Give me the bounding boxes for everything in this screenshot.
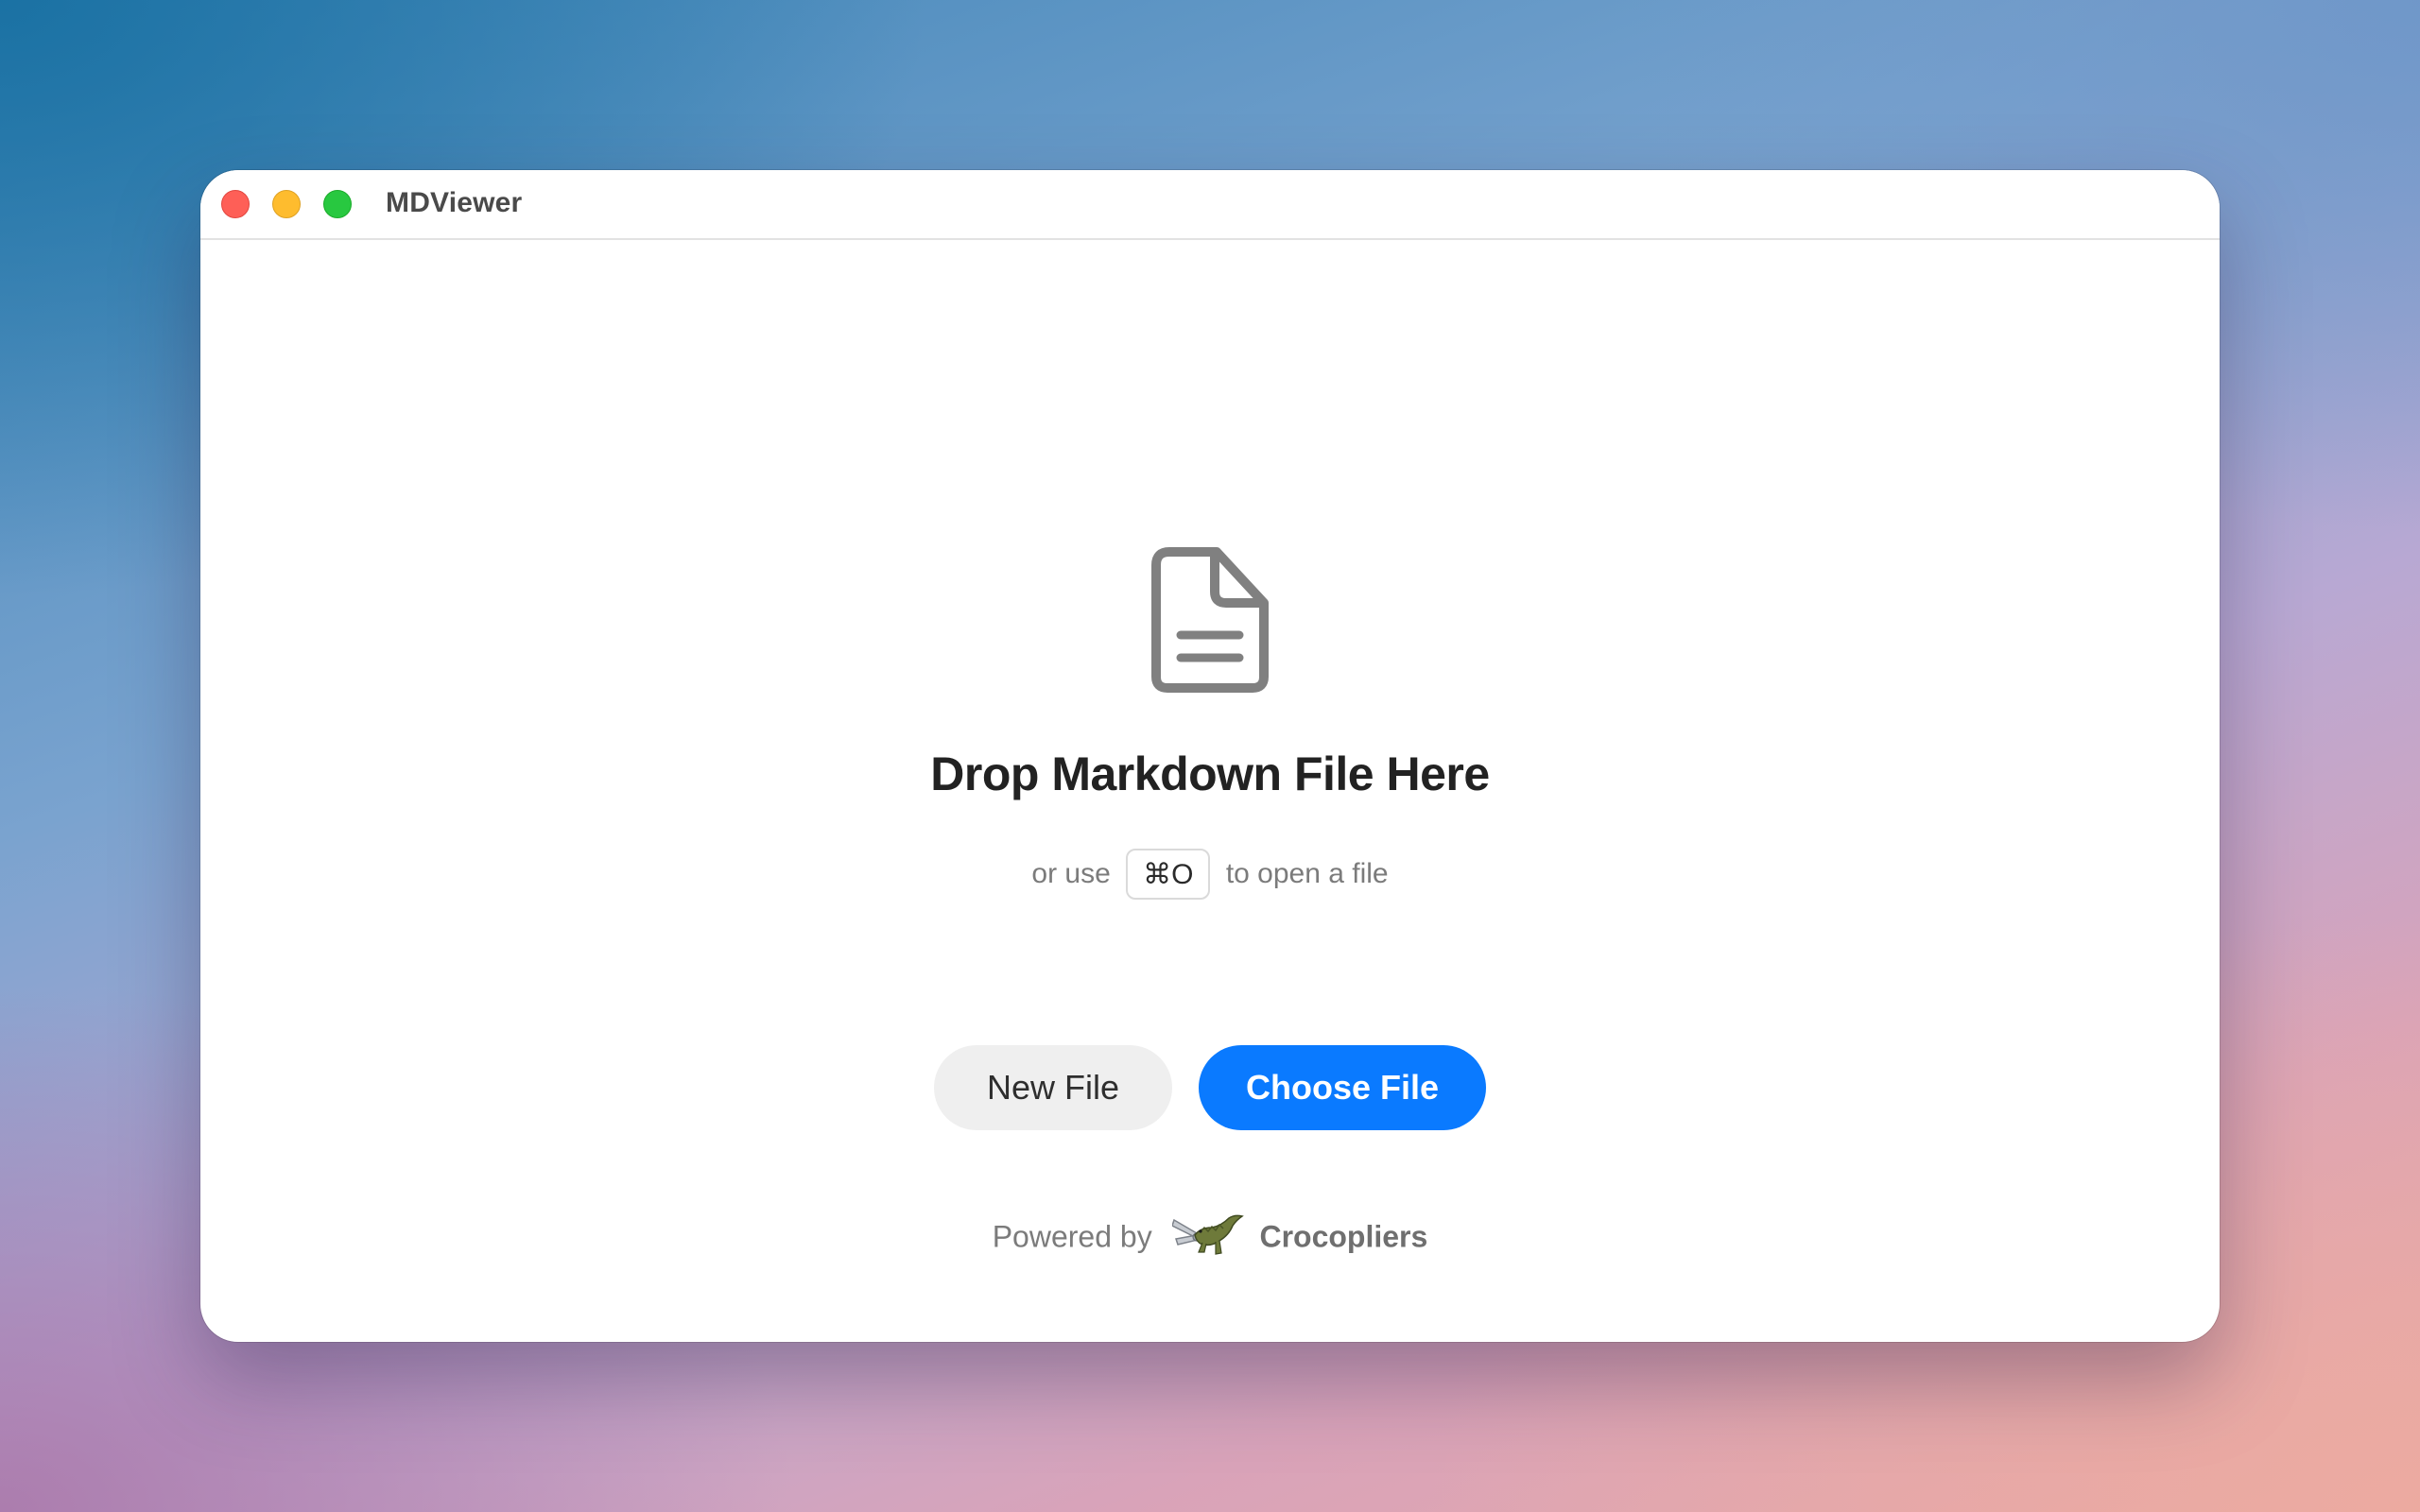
hint-suffix: to open a file <box>1225 858 1389 890</box>
minimize-window-button[interactable] <box>272 190 301 218</box>
app-window: MDViewer Drop Markdown File Here or use … <box>200 170 2220 1342</box>
crocodile-pliers-icon <box>1171 1214 1244 1255</box>
powered-by-label: Powered by <box>992 1219 1152 1254</box>
new-file-button[interactable]: New File <box>934 1045 1172 1130</box>
powered-by-footer: Powered by Crocopliers <box>200 1206 2220 1265</box>
drop-zone[interactable]: Drop Markdown File Here or use ⌘O to ope… <box>200 240 2220 1342</box>
close-window-button[interactable] <box>221 190 250 218</box>
open-file-hint: or use ⌘O to open a file <box>200 847 2220 901</box>
choose-file-button[interactable]: Choose File <box>1199 1045 1486 1130</box>
hint-prefix: or use <box>1031 858 1111 890</box>
drop-headline: Drop Markdown File Here <box>930 747 1490 800</box>
title-bar[interactable]: MDViewer <box>200 170 2220 240</box>
open-shortcut-key: ⌘O <box>1126 849 1211 901</box>
brand-name[interactable]: Crocopliers <box>1259 1220 1427 1254</box>
window-title: MDViewer <box>386 187 523 218</box>
document-icon <box>1151 547 1269 693</box>
maximize-window-button[interactable] <box>323 190 352 218</box>
